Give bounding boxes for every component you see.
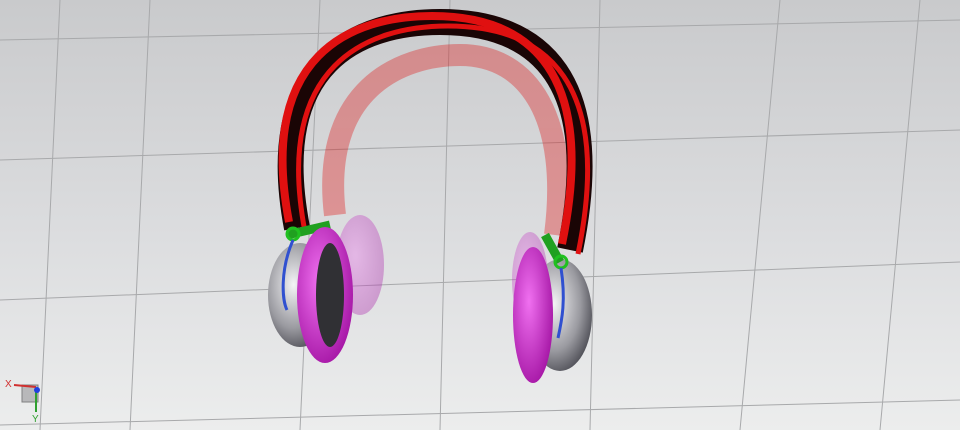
headphones-model[interactable] — [0, 0, 960, 430]
right-earcup — [513, 232, 592, 383]
y-axis-label: Y — [32, 414, 39, 425]
axis-triad: X Y — [5, 379, 40, 425]
3d-viewport[interactable]: X Y — [0, 0, 960, 430]
x-axis-label: X — [5, 379, 12, 390]
left-earcup — [268, 220, 353, 363]
